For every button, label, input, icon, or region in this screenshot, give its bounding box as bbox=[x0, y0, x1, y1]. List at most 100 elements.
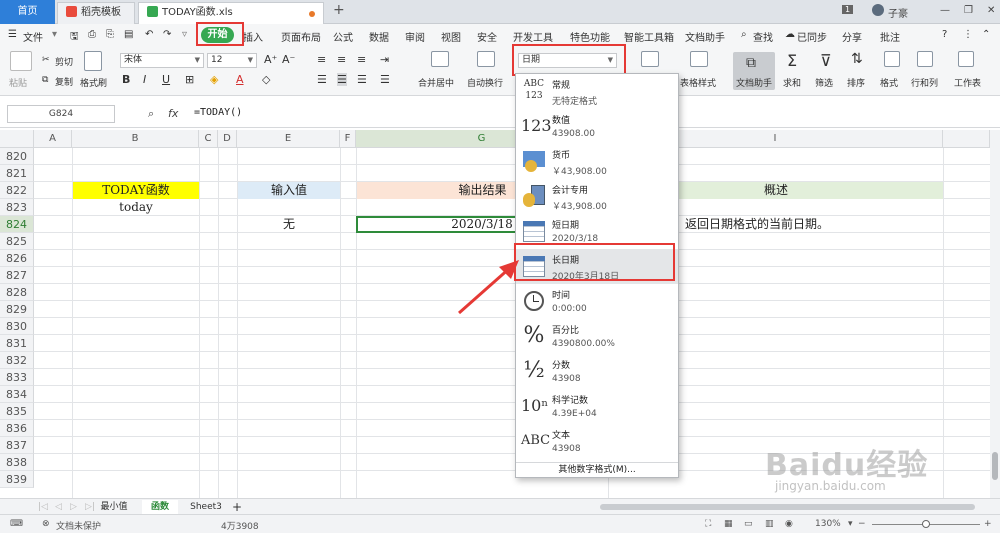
align-middle-icon[interactable]: ≡ bbox=[337, 53, 346, 66]
decrease-font-icon[interactable]: A⁻ bbox=[282, 53, 295, 66]
indent-icon[interactable]: ⇥ bbox=[380, 53, 389, 66]
cell-e824[interactable]: 无 bbox=[238, 216, 340, 233]
file-dropdown-icon[interactable]: ▾ bbox=[52, 29, 57, 40]
menu-comment[interactable]: 批注 bbox=[880, 29, 900, 44]
sheet-tab-function[interactable]: 函数 bbox=[142, 500, 178, 514]
next-sheet-icon[interactable]: ▷ bbox=[70, 500, 77, 514]
bold-button[interactable]: B bbox=[122, 73, 130, 86]
vertical-scrollbar[interactable] bbox=[990, 130, 1000, 498]
row-header[interactable]: 832 bbox=[0, 352, 34, 369]
menu-share[interactable]: 分享 bbox=[842, 29, 862, 44]
tab-file[interactable]: TODAY函数.xls bbox=[138, 2, 324, 24]
fill-color-icon[interactable]: ◈ bbox=[210, 73, 218, 86]
more-number-formats-link[interactable]: 其他数字格式(M)... bbox=[516, 462, 678, 478]
menu-data[interactable]: 数据 bbox=[369, 29, 389, 44]
restore-icon[interactable]: ❐ bbox=[964, 5, 973, 16]
row-header[interactable]: 826 bbox=[0, 250, 34, 267]
row-header[interactable]: 823 bbox=[0, 199, 34, 216]
table-style-button[interactable]: 表格样式 bbox=[680, 76, 716, 89]
menu-features[interactable]: 特色功能 bbox=[570, 29, 610, 44]
menu-security[interactable]: 安全 bbox=[477, 29, 497, 44]
format-option-currency[interactable]: 货币 ￥43,908.00 bbox=[516, 144, 678, 179]
menu-insert[interactable]: 插入 bbox=[243, 29, 263, 44]
filter-icon[interactable]: ⊽ bbox=[820, 51, 832, 70]
clear-format-icon[interactable]: ◇ bbox=[262, 73, 270, 86]
fx-icon[interactable]: fx bbox=[168, 107, 178, 120]
sort-icon[interactable]: ⇅ bbox=[851, 51, 863, 67]
paste-button[interactable]: 粘贴 bbox=[9, 76, 27, 89]
row-header[interactable]: 830 bbox=[0, 318, 34, 335]
row-header[interactable]: 821 bbox=[0, 165, 34, 182]
print-icon[interactable]: ⎘ bbox=[106, 29, 114, 40]
cut-icon[interactable]: ✂ bbox=[42, 55, 50, 65]
menu-formula[interactable]: 公式 bbox=[333, 29, 353, 44]
column-header-blank[interactable] bbox=[943, 130, 990, 148]
rows-columns-icon[interactable] bbox=[917, 51, 933, 67]
column-header-b[interactable]: B bbox=[72, 130, 199, 148]
filter-button[interactable]: 筛选 bbox=[815, 76, 833, 89]
row-header[interactable]: 820 bbox=[0, 148, 34, 165]
wrap-text-button[interactable]: 自动换行 bbox=[467, 76, 503, 89]
align-bottom-icon[interactable]: ≡ bbox=[357, 53, 366, 66]
conditional-format-icon[interactable] bbox=[641, 51, 659, 67]
row-header[interactable]: 836 bbox=[0, 420, 34, 437]
minimize-icon[interactable]: — bbox=[940, 5, 950, 16]
menu-doc-assistant[interactable]: 文档助手 bbox=[685, 29, 725, 44]
row-header[interactable]: 834 bbox=[0, 386, 34, 403]
format-option-accounting[interactable]: 会计专用 ￥43,908.00 bbox=[516, 179, 678, 214]
cell-b823[interactable]: today bbox=[73, 199, 199, 216]
row-header[interactable]: 835 bbox=[0, 403, 34, 420]
horizontal-scrollbar[interactable] bbox=[600, 504, 975, 510]
export-pdf-icon[interactable]: ⎙ bbox=[88, 29, 96, 40]
row-header[interactable]: 837 bbox=[0, 437, 34, 454]
format-option-fraction[interactable]: ½ 分数 43908 bbox=[516, 354, 678, 389]
paste-icon[interactable] bbox=[10, 51, 32, 71]
cloud-sync-icon[interactable]: ☁ bbox=[785, 29, 795, 40]
page-layout-view-icon[interactable]: ▭ bbox=[744, 519, 753, 529]
row-header[interactable]: 825 bbox=[0, 233, 34, 250]
row-header[interactable]: 827 bbox=[0, 267, 34, 284]
prev-sheet-icon[interactable]: ◁ bbox=[55, 500, 62, 514]
zoom-slider-handle[interactable] bbox=[922, 520, 930, 528]
print-preview-icon[interactable]: ▤ bbox=[124, 29, 133, 40]
row-header[interactable]: 839 bbox=[0, 471, 34, 488]
menu-page-layout[interactable]: 页面布局 bbox=[281, 29, 321, 44]
font-size-select[interactable]: 12 ▼ bbox=[207, 53, 257, 68]
reading-mode-icon[interactable]: ◉ bbox=[785, 519, 793, 529]
increase-font-icon[interactable]: A⁺ bbox=[264, 53, 277, 66]
format-option-scientific[interactable]: 10ⁿ 科学记数 4.39E+04 bbox=[516, 389, 678, 424]
row-header[interactable]: 831 bbox=[0, 335, 34, 352]
normal-view-icon[interactable]: ▦ bbox=[724, 519, 733, 529]
cell-b822[interactable]: TODAY函数 bbox=[73, 182, 199, 199]
cell-e822[interactable]: 输入值 bbox=[238, 182, 340, 199]
menu-sync[interactable]: 已同步 bbox=[797, 29, 827, 44]
sheet-tab-sheet3[interactable]: Sheet3 bbox=[186, 500, 226, 514]
collapse-ribbon-icon[interactable]: ⌃ bbox=[982, 29, 990, 40]
column-header-c[interactable]: C bbox=[199, 130, 218, 148]
column-header-e[interactable]: E bbox=[237, 130, 340, 148]
sort-button[interactable]: 排序 bbox=[847, 76, 865, 89]
undo-icon[interactable]: ↶ bbox=[145, 29, 153, 40]
worksheet-button[interactable]: 工作表 bbox=[954, 76, 981, 89]
tab-templates[interactable]: 稻壳模板 bbox=[57, 2, 135, 24]
menu-file[interactable]: 文件 bbox=[23, 29, 43, 44]
save-icon[interactable]: 🖫 bbox=[70, 29, 79, 46]
align-center-icon[interactable]: ☰ bbox=[337, 73, 347, 86]
copy-button[interactable]: 复制 bbox=[55, 75, 73, 88]
format-option-time[interactable]: 时间 0:00:00 bbox=[516, 284, 678, 319]
format-option-general[interactable]: ABC 123 常规 无特定格式 bbox=[516, 74, 678, 109]
merge-center-button[interactable]: 合并居中 bbox=[418, 76, 454, 89]
hamburger-icon[interactable]: ☰ bbox=[8, 29, 17, 40]
doc-assistant-button[interactable]: ⧉ 文档助手 bbox=[733, 52, 775, 90]
user-name[interactable]: 子豪 bbox=[888, 5, 908, 20]
menu-view[interactable]: 视图 bbox=[441, 29, 461, 44]
avatar[interactable] bbox=[872, 4, 884, 16]
menu-search[interactable]: 查找 bbox=[753, 29, 773, 44]
first-sheet-icon[interactable]: |◁ bbox=[38, 500, 48, 514]
wrap-text-icon[interactable] bbox=[477, 51, 495, 67]
merge-center-icon[interactable] bbox=[431, 51, 449, 67]
format-button[interactable]: 格式 bbox=[880, 76, 898, 89]
sum-icon[interactable]: Σ bbox=[787, 51, 797, 70]
column-header-d[interactable]: D bbox=[218, 130, 237, 148]
zoom-dropdown-icon[interactable]: ▾ bbox=[848, 519, 853, 529]
